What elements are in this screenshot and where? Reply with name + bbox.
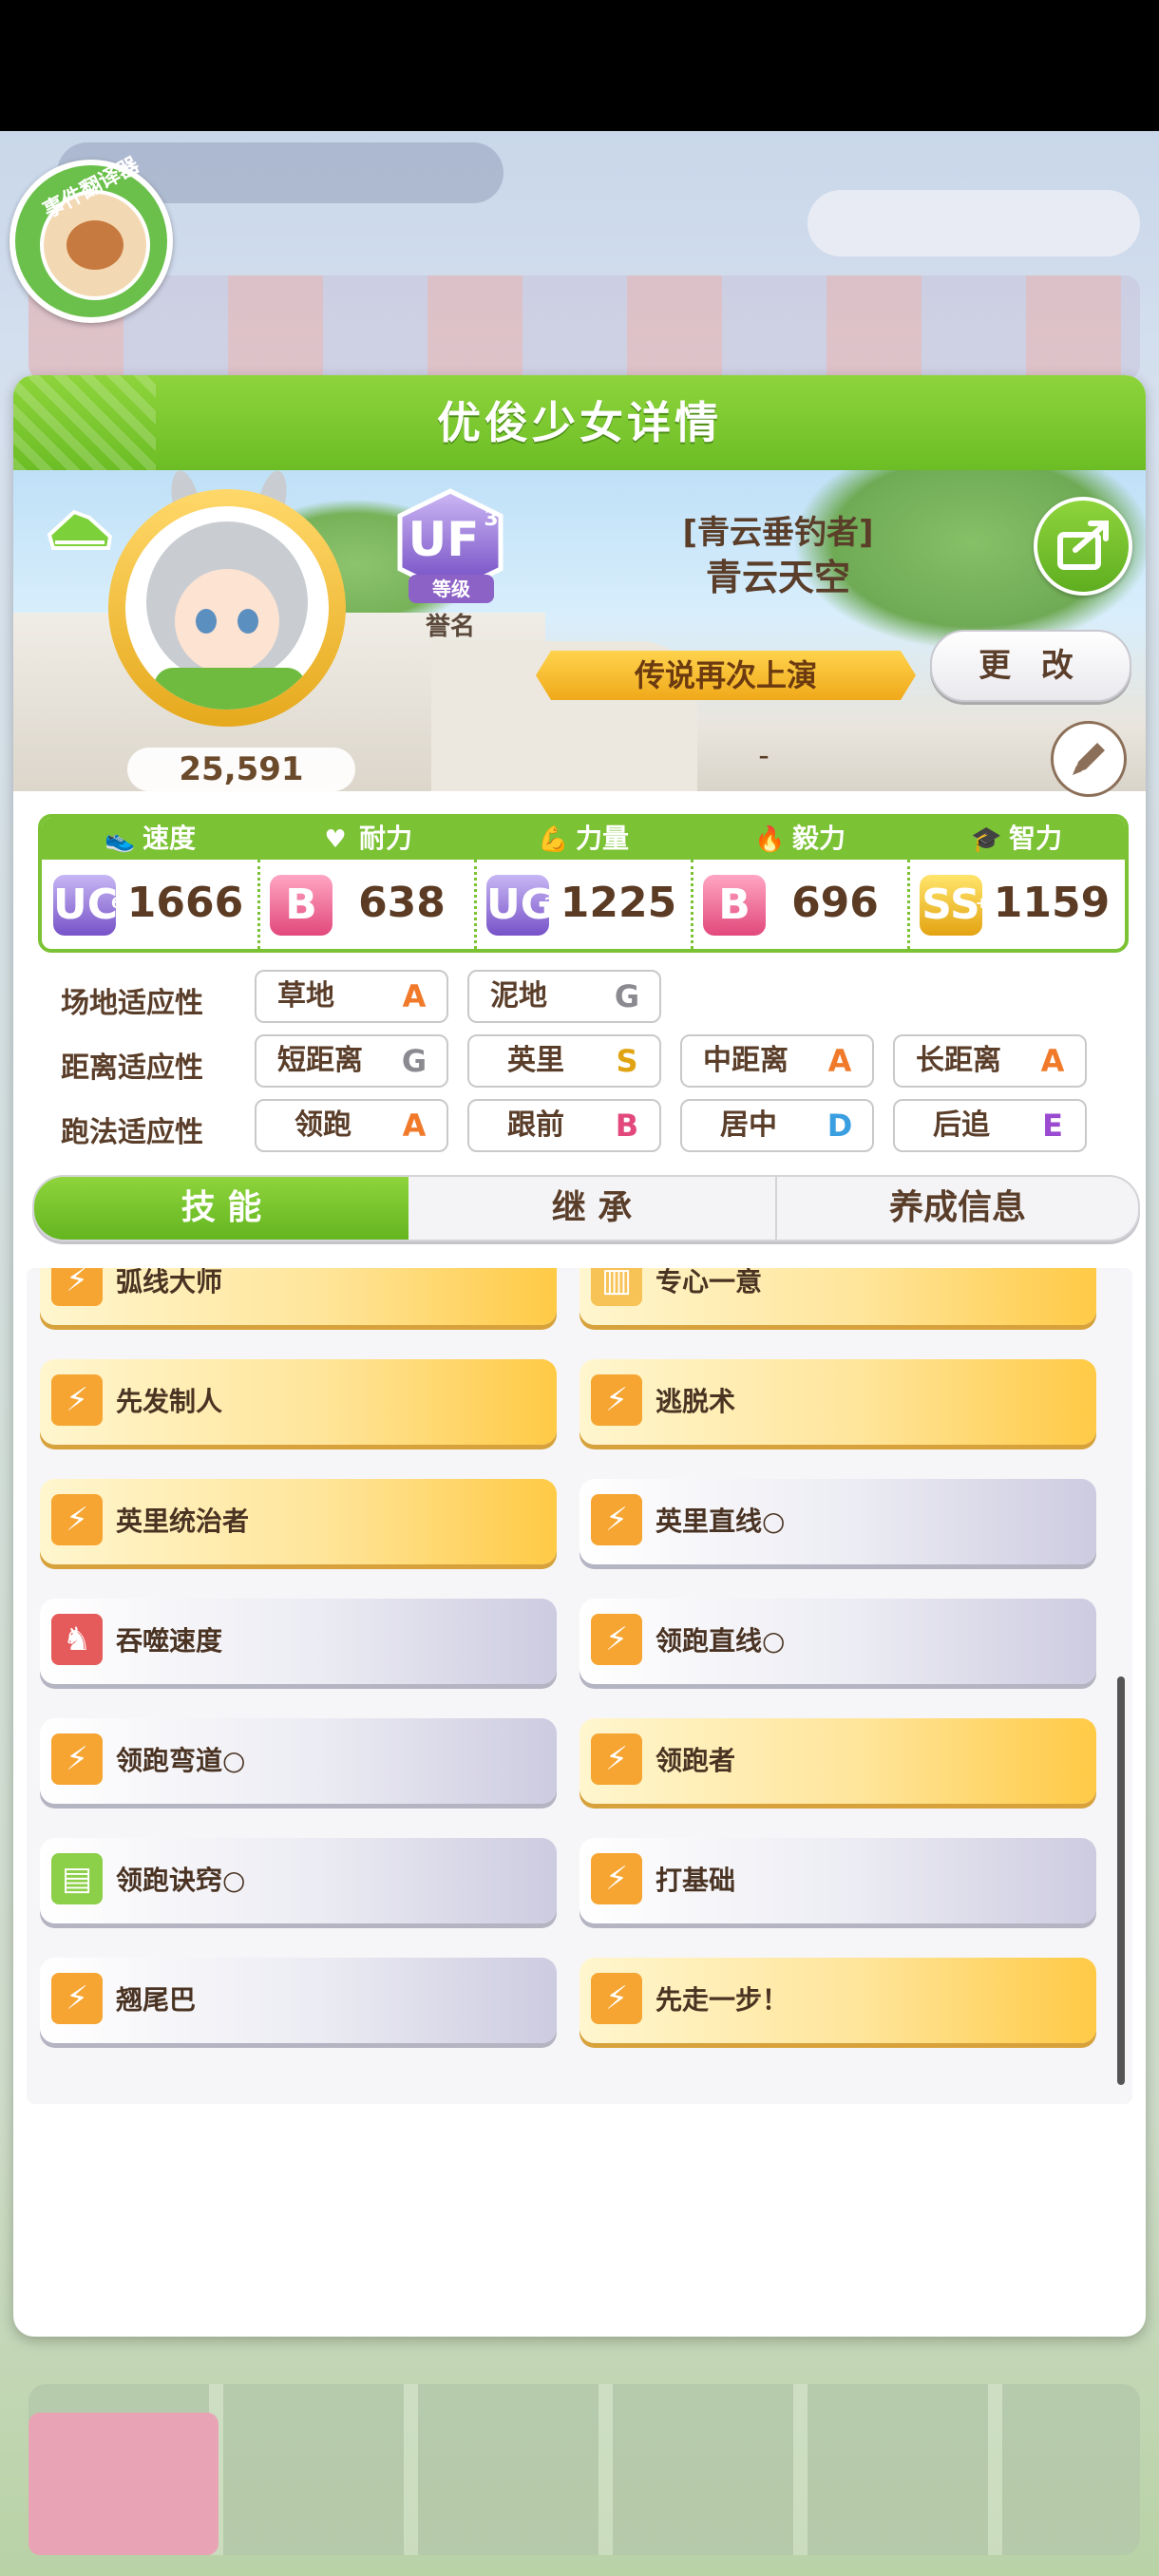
horse-debuff-icon: ♞ [51, 1614, 103, 1665]
stats-panel: 👟 速度 UC 6 1666 ♥ 耐力 B 638 💪 力量 UG 2 1225 🔥 毅力 [38, 814, 1129, 953]
stat-value: 1225 [560, 879, 677, 927]
skill-card[interactable]: ▤ 领跑诀窍○ [40, 1838, 557, 1923]
aptitude-sprint: 短距离 G [255, 1034, 448, 1088]
aptitude-long: 长距离 A [893, 1034, 1087, 1088]
aptitude-front-runner: 领跑 A [255, 1099, 448, 1152]
profile-memo: - [758, 737, 770, 773]
fame-label: 誉名 [425, 613, 475, 641]
event-translator-badge[interactable]: 事件翻译器 [10, 153, 173, 323]
graduation-cap-icon: 🎓 [970, 825, 1002, 854]
pencil-icon [1073, 743, 1105, 775]
horse-speed-icon: ⚡ [51, 1494, 103, 1545]
tab-skills[interactable]: 技 能 [34, 1177, 408, 1240]
skill-card[interactable]: ⚡ 英里统治者 [40, 1479, 557, 1564]
track-aptitude-label: 场地适应性 [61, 987, 203, 1020]
skill-card[interactable]: ⚡ 领跑者 [580, 1718, 1096, 1804]
stat-label: 毅力 [791, 823, 846, 854]
stat-value: 638 [358, 879, 446, 927]
character-name: 青云天空 [705, 557, 850, 598]
horse-speed-icon: ⚡ [591, 1614, 642, 1665]
aptitude-pace-chaser: 跟前 B [467, 1099, 661, 1152]
stat-power: 💪 力量 UG 2 1225 [475, 818, 692, 949]
running-shoe-icon [47, 509, 113, 550]
stat-speed: 👟 速度 UC 6 1666 [42, 818, 258, 949]
stat-stamina: ♥ 耐力 B 638 [258, 818, 475, 949]
skill-card[interactable]: ♞ 吞噬速度 [40, 1599, 557, 1684]
gate-icon: ▥ [591, 1268, 642, 1306]
fan-count: 25,591 [127, 748, 355, 791]
stat-rank-badge: B [703, 875, 766, 936]
aptitude-mile: 英里 S [467, 1034, 661, 1088]
tab-training-info[interactable]: 养成信息 [777, 1177, 1138, 1240]
horse-speed-icon: ⚡ [591, 1374, 642, 1426]
skill-card[interactable]: ⚡ 先发制人 [40, 1359, 557, 1445]
horse-speed-icon: ⚡ [51, 1973, 103, 2024]
share-button[interactable] [1034, 497, 1132, 596]
skill-card[interactable]: ⚡ 弧线大师 [40, 1268, 557, 1325]
horse-speed-icon: ⚡ [51, 1374, 103, 1426]
aptitude-late-surger: 居中 D [680, 1099, 874, 1152]
horse-speed-icon: ⚡ [51, 1268, 103, 1306]
aptitude-medium: 中距离 A [680, 1034, 874, 1088]
avatar[interactable] [125, 506, 329, 710]
skill-card[interactable]: ⚡ 打基础 [580, 1838, 1096, 1923]
horse-speed-icon: ⚡ [591, 1853, 642, 1904]
aptitude-turf: 草地 A [255, 970, 448, 1023]
stat-guts: 🔥 毅力 B 696 [692, 818, 908, 949]
aptitude-end-closer: 后追 E [893, 1099, 1087, 1152]
stat-value: 696 [791, 879, 879, 927]
skills-scrollbar[interactable] [1117, 1676, 1125, 2085]
stat-wisdom: 🎓 智力 SS + 1159 [908, 818, 1125, 949]
stat-label: 耐力 [358, 823, 412, 854]
horse-speed-icon: ⚡ [591, 1733, 642, 1785]
background-bottom-menu [28, 2384, 1140, 2555]
shoe-icon: 👟 [104, 825, 136, 854]
skill-card[interactable]: ⚡ 领跑弯道○ [40, 1718, 557, 1804]
skill-card[interactable]: ⚡ 领跑直线○ [580, 1599, 1096, 1684]
stat-label: 智力 [1008, 823, 1062, 854]
stat-value: 1159 [993, 879, 1111, 927]
horse-speed-icon: ⚡ [591, 1973, 642, 2024]
stat-rank-badge: SS + [920, 875, 988, 936]
stat-label: 速度 [142, 823, 196, 854]
horse-girl-detail-dialog: 优俊少女详情 25,591 UF 3 等级 誉名 [青云垂钓者] 青云天空 传说… [13, 375, 1146, 2337]
horse-speed-icon: ⚡ [51, 1733, 103, 1785]
rank-letter: UF [408, 512, 480, 567]
skill-card[interactable]: ⚡ 翘尾巴 [40, 1958, 557, 2043]
flame-icon: 🔥 [753, 825, 786, 854]
detail-tabs: 技 能 继 承 养成信息 [32, 1175, 1140, 1241]
change-button[interactable]: 更 改 [930, 630, 1131, 702]
skill-card[interactable]: ⚡ 逃脱术 [580, 1359, 1096, 1445]
stat-rank-badge: B [270, 875, 332, 936]
character-title: [青云垂钓者] [682, 514, 874, 552]
background-button [808, 190, 1140, 256]
skill-card[interactable]: ⚡ 英里直线○ [580, 1479, 1096, 1564]
rank-label: 等级 [408, 575, 494, 603]
stat-rank-badge: UG 2 [486, 875, 555, 936]
tab-inheritance[interactable]: 继 承 [408, 1177, 775, 1240]
horse-speed-icon: ⚡ [591, 1494, 642, 1545]
share-icon [1057, 521, 1109, 570]
distance-aptitude-label: 距离适应性 [61, 1051, 203, 1085]
aptitude-dirt: 泥地 G [467, 970, 661, 1023]
style-aptitude-label: 跑法适应性 [61, 1116, 203, 1149]
stat-label: 力量 [575, 823, 629, 854]
skill-card[interactable]: ▥ 专心一意 [580, 1268, 1096, 1325]
epithet-ribbon: 传说再次上演 [536, 651, 916, 700]
background-character-strip [28, 275, 1140, 380]
edit-memo-button[interactable] [1051, 721, 1127, 797]
book-icon: ▤ [51, 1853, 103, 1904]
skills-list: ⚡ 弧线大师 ▥ 专心一意 ⚡ 先发制人 ⚡ 逃脱术 ⚡ 英里统治者 ⚡ 英里直线○ ♞ 吞噬… [27, 1268, 1132, 2104]
skill-card[interactable]: ⚡ 先走一步！ [580, 1958, 1096, 2043]
stat-value: 1666 [126, 879, 244, 927]
stat-rank-badge: UC 6 [53, 875, 122, 936]
rank-sub: 3 [484, 507, 498, 531]
dialog-title: 优俊少女详情 [437, 397, 722, 448]
heart-icon: ♥ [324, 825, 347, 854]
muscle-icon: 💪 [537, 825, 569, 854]
